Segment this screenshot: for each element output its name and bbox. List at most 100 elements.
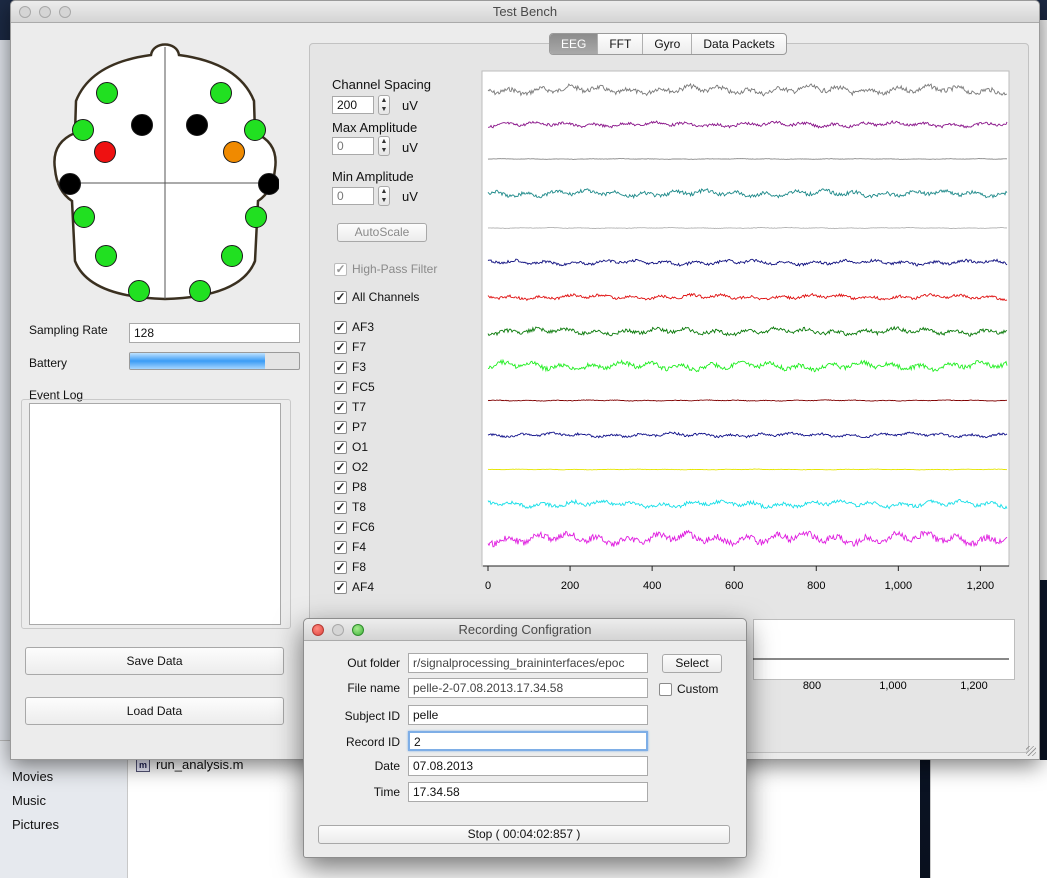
checkmark-icon: ✓ (334, 459, 347, 474)
secondary-x-tick-label: 1,000 (879, 680, 907, 692)
channel-checkbox-f8[interactable]: ✓ F8 (334, 559, 366, 575)
channel-label: FC5 (352, 380, 375, 394)
time-label: Time (373, 785, 400, 799)
time-field[interactable]: 17.34.58 (408, 782, 648, 802)
channel-checkbox-o2[interactable]: ✓ O2 (334, 459, 368, 475)
window-title: Test Bench (492, 4, 558, 19)
dialog-window-controls (312, 624, 364, 636)
channel-checkbox-f4[interactable]: ✓ F4 (334, 539, 366, 555)
electrode-t7 (59, 173, 81, 195)
checkmark-icon: ✓ (334, 439, 347, 454)
stop-button[interactable]: Stop ( 00:04:02:857 ) (318, 825, 730, 844)
secondary-plot-area (753, 619, 1015, 680)
all-channels-checkbox[interactable]: ✓ All Channels (334, 289, 419, 305)
checkmark-icon: ✓ (334, 539, 347, 554)
record-id-field[interactable]: 2 (408, 731, 648, 751)
channel-checkbox-fc5[interactable]: ✓ FC5 (334, 379, 375, 395)
checkmark-icon: ✓ (334, 579, 347, 594)
channel-checkbox-f7[interactable]: ✓ F7 (334, 339, 366, 355)
close-icon[interactable] (19, 6, 31, 18)
min-amplitude-label: Min Amplitude (332, 169, 414, 184)
plot-area (481, 70, 1010, 567)
channel-spacing-input[interactable]: 200 (332, 96, 374, 114)
electrode-f3 (131, 114, 153, 136)
resize-grip-icon[interactable] (1026, 746, 1036, 756)
max-amplitude-label: Max Amplitude (332, 120, 418, 135)
electrode-drl (221, 245, 243, 267)
tab-fft[interactable]: FFT (598, 34, 644, 54)
channel-spacing-stepper[interactable]: ▲ ▼ (378, 95, 390, 115)
file-name-field[interactable]: pelle-2-07.08.2013.17.34.58 (408, 678, 648, 698)
x-tick-label: 400 (643, 580, 661, 592)
channel-label: T8 (352, 500, 367, 514)
channel-checkbox-af3[interactable]: ✓ AF3 (334, 319, 374, 335)
select-button[interactable]: Select (662, 654, 722, 673)
channel-checkbox-t7[interactable]: ✓ T7 (334, 399, 366, 415)
checkmark-icon: ✓ (334, 289, 347, 304)
zoom-icon[interactable] (59, 6, 71, 18)
tab-eeg[interactable]: EEG (550, 34, 599, 54)
electrode-f4 (186, 114, 208, 136)
channel-label: O1 (352, 440, 369, 454)
min-amplitude-unit: uV (402, 189, 418, 204)
sidebar-item-pictures[interactable]: Pictures (0, 813, 127, 837)
custom-checkbox[interactable]: Custom (659, 681, 718, 697)
minimize-icon[interactable] (39, 6, 51, 18)
secondary-x-tick-label: 1,200 (960, 680, 988, 692)
x-tick-label: 600 (725, 580, 743, 592)
checkmark-icon: ✓ (334, 479, 347, 494)
zoom-icon[interactable] (352, 624, 364, 636)
subject-id-field[interactable]: pelle (408, 705, 648, 725)
channel-label: P7 (352, 420, 367, 434)
channel-checkbox-p7[interactable]: ✓ P7 (334, 419, 367, 435)
date-field[interactable]: 07.08.2013 (408, 756, 648, 776)
load-data-button[interactable]: Load Data (25, 697, 284, 725)
subject-id-label: Subject ID (344, 709, 400, 723)
electrode-f7 (72, 119, 94, 141)
close-icon[interactable] (312, 624, 324, 636)
out-folder-field[interactable]: r/signalprocessing_braininterfaces/epoc (408, 653, 648, 673)
minimize-icon[interactable] (332, 624, 344, 636)
autoscale-button[interactable]: AutoScale (337, 223, 427, 242)
finder-sidebar: Downloads Movies Music Pictures (0, 741, 128, 878)
channel-label: AF4 (352, 580, 375, 594)
battery-bar (129, 352, 300, 370)
min-amplitude-stepper[interactable]: ▲ ▼ (378, 186, 390, 206)
tab-gyro[interactable]: Gyro (643, 34, 693, 54)
electrode-f8 (244, 119, 266, 141)
sidebar-item-movies[interactable]: Movies (0, 765, 127, 789)
electrode-af4 (210, 82, 232, 104)
highpass-filter-checkbox[interactable]: ✓ High-Pass Filter (334, 261, 437, 277)
channel-checkbox-af4[interactable]: ✓ AF4 (334, 579, 374, 595)
battery-label: Battery (29, 356, 68, 370)
max-amplitude-input[interactable]: 0 (332, 137, 374, 155)
x-tick-label: 0 (485, 580, 491, 592)
save-data-button[interactable]: Save Data (25, 647, 284, 675)
max-amplitude-stepper[interactable]: ▲ ▼ (378, 136, 390, 156)
event-log[interactable] (29, 403, 281, 625)
background-window-strip (0, 40, 10, 740)
checkmark-icon: ✓ (334, 419, 347, 434)
checkmark-icon: ✓ (334, 339, 347, 354)
sidebar-item-music[interactable]: Music (0, 789, 127, 813)
channel-checkbox-t8[interactable]: ✓ T8 (334, 499, 366, 515)
tab-data-packets[interactable]: Data Packets (692, 34, 785, 54)
channel-checkbox-f3[interactable]: ✓ F3 (334, 359, 366, 375)
all-channels-label: All Channels (352, 290, 420, 304)
min-amplitude-input[interactable]: 0 (332, 187, 374, 205)
channel-checkbox-p8[interactable]: ✓ P8 (334, 479, 367, 495)
recording-config-dialog: Recording Configration Out folder r/sign… (303, 618, 747, 858)
electrode-fc6 (223, 141, 245, 163)
window-controls (19, 6, 71, 18)
electrode-o2 (189, 280, 211, 302)
electrode-cms (95, 245, 117, 267)
battery-fill (130, 353, 266, 369)
checkmark-icon: ✓ (334, 359, 347, 374)
x-tick-label: 200 (561, 580, 579, 592)
dialog-title: Recording Configration (458, 622, 592, 637)
sampling-rate-field[interactable]: 128 (129, 323, 300, 343)
channel-checkbox-fc6[interactable]: ✓ FC6 (334, 519, 375, 535)
channel-checkbox-o1[interactable]: ✓ O1 (334, 439, 368, 455)
x-tick-label: 1,200 (967, 580, 995, 592)
checkmark-icon: ✓ (334, 261, 347, 276)
